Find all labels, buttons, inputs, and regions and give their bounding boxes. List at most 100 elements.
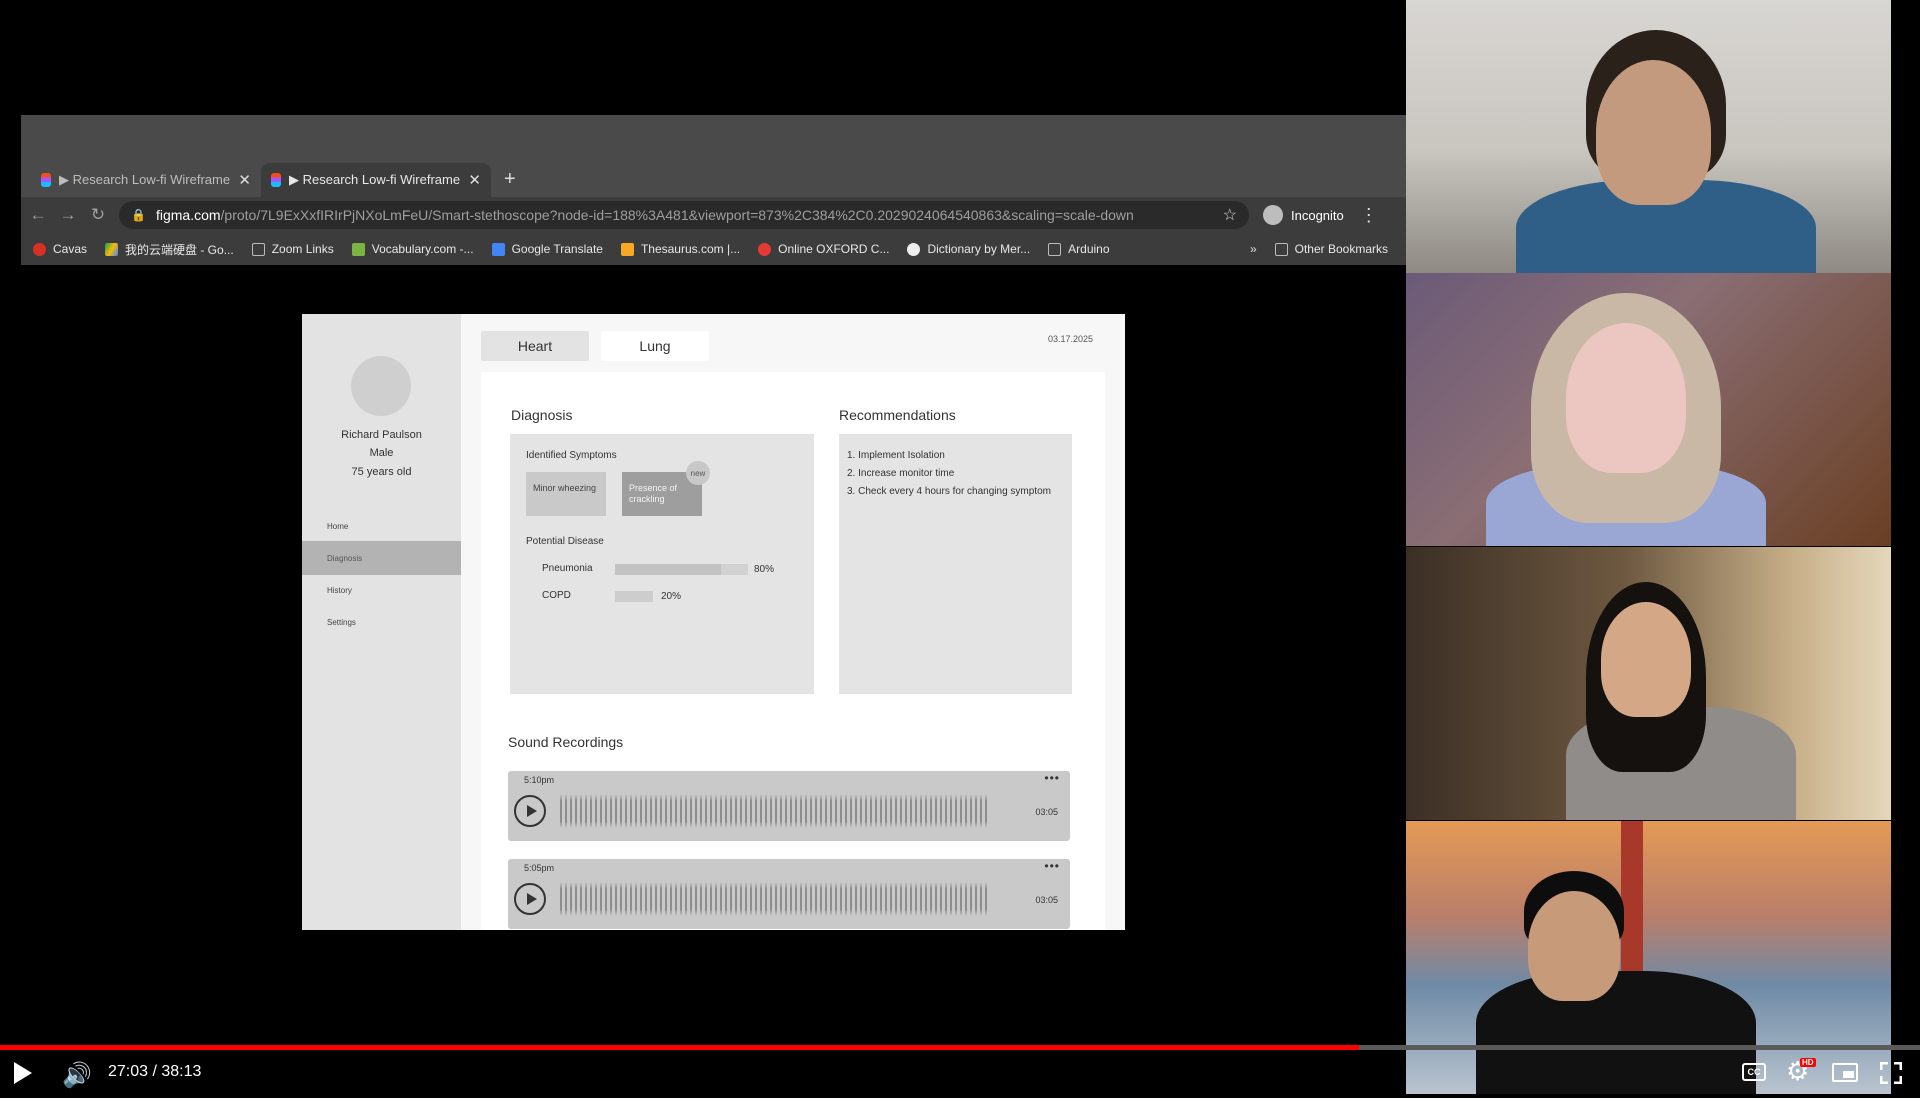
- recording-time: 5:05pm: [524, 863, 555, 873]
- address-bar[interactable]: 🔒 figma.com /proto/7L9ExXxfIRIrPjNXoLmFe…: [119, 201, 1249, 229]
- folder-icon: [1274, 242, 1288, 256]
- more-icon[interactable]: •••: [1044, 771, 1060, 785]
- waveform: [560, 794, 990, 828]
- recording-duration: 03:05: [1035, 895, 1058, 905]
- url-path: /proto/7L9ExXxfIRIrPjNXoLmFeU/Smart-stet…: [220, 207, 1134, 223]
- diagnosis-panel: Identified Symptoms Minor wheezing Prese…: [510, 434, 814, 694]
- bookmark-thesaurus[interactable]: Thesaurus.com |...: [620, 242, 740, 256]
- disease-percent: 80%: [754, 564, 775, 575]
- bar-fill: [615, 564, 722, 575]
- nav-item-diagnosis[interactable]: Diagnosis: [302, 541, 461, 575]
- hd-badge: HD: [1800, 1058, 1816, 1067]
- incognito-label: Incognito: [1291, 207, 1344, 223]
- potential-disease-label: Potential Disease: [526, 536, 604, 547]
- recording-item[interactable]: 5:10pm ••• 03:05: [508, 771, 1070, 841]
- oxford-icon: [758, 242, 772, 256]
- bookmark-dictionary[interactable]: Dictionary by Mer...: [907, 242, 1030, 256]
- participant-face: [1601, 602, 1691, 717]
- bookmark-arduino[interactable]: Arduino: [1048, 242, 1110, 256]
- disease-probability-bar: [615, 591, 805, 602]
- close-icon[interactable]: ✕: [238, 171, 251, 189]
- wireframe-prototype: Richard Paulson Male 75 years old Home D…: [302, 314, 1125, 930]
- star-icon[interactable]: ☆: [1223, 205, 1237, 225]
- other-bookmarks[interactable]: Other Bookmarks: [1274, 242, 1388, 256]
- patient-sex: Male: [369, 447, 394, 459]
- folder-icon: [1048, 242, 1062, 256]
- url-host: figma.com: [155, 207, 221, 223]
- fullscreen-icon[interactable]: [1879, 1061, 1903, 1085]
- dictionary-icon: [907, 242, 921, 256]
- tab-lung[interactable]: Lung: [601, 331, 709, 361]
- lock-icon: 🔒: [131, 208, 146, 222]
- recording-item[interactable]: 5:05pm ••• 03:05: [508, 859, 1070, 929]
- participant-face: [1528, 891, 1620, 1001]
- bookmark-google-translate[interactable]: Google Translate: [491, 242, 603, 256]
- recommendation-item: 1. Implement Isolation: [847, 450, 945, 461]
- tab-strip: ▶ Research Low-fi Wireframes ✕ ▶ Researc…: [21, 115, 1406, 197]
- new-tab-button[interactable]: +: [504, 168, 516, 191]
- folder-icon: [251, 242, 265, 256]
- date-label: 03.17.2025: [1047, 334, 1093, 344]
- patient-age: 75 years old: [351, 466, 412, 478]
- play-icon[interactable]: [514, 795, 546, 827]
- incognito-icon: [1263, 205, 1283, 225]
- player-controls: 🔊 27:03 / 38:13 CC ⚙ HD: [0, 1050, 1920, 1098]
- close-icon[interactable]: ✕: [468, 171, 481, 189]
- participant-face: [1596, 60, 1711, 205]
- participant-video-1: [1406, 0, 1891, 273]
- bar-fill: [615, 591, 653, 602]
- more-icon[interactable]: •••: [1044, 859, 1060, 873]
- avatar: [351, 356, 411, 416]
- recommendation-item: 3. Check every 4 hours for changing symp…: [847, 486, 1051, 497]
- bookmark-google-drive[interactable]: 我的云端硬盘 - Go...: [105, 241, 234, 258]
- incognito-badge[interactable]: Incognito: [1263, 205, 1344, 225]
- recommendations-panel: 1. Implement Isolation 2. Increase monit…: [839, 434, 1072, 694]
- disease-name: Pneumonia: [542, 563, 593, 574]
- bookmark-zoom-links[interactable]: Zoom Links: [251, 242, 334, 256]
- captions-button[interactable]: CC: [1742, 1063, 1766, 1081]
- recording-duration: 03:05: [1035, 807, 1058, 817]
- tab-heart[interactable]: Heart: [481, 331, 589, 361]
- content-card: Diagnosis Identified Symptoms Minor whee…: [481, 372, 1105, 930]
- google-drive-icon: [105, 242, 119, 256]
- participant-video-3: [1406, 547, 1891, 820]
- recording-time: 5:10pm: [524, 775, 555, 785]
- forward-icon[interactable]: →: [55, 205, 81, 225]
- reload-icon[interactable]: ↻: [85, 205, 111, 225]
- symptoms-label: Identified Symptoms: [526, 450, 617, 461]
- browser-tab-2[interactable]: ▶ Research Low-fi Wireframes ✕: [261, 163, 491, 197]
- participant-face: [1566, 323, 1686, 473]
- nav-item-settings[interactable]: Settings: [302, 605, 461, 639]
- bookmark-oxford[interactable]: Online OXFORD C...: [758, 242, 889, 256]
- new-badge: new: [686, 461, 710, 485]
- play-icon[interactable]: [514, 883, 546, 915]
- menu-icon[interactable]: ⋮: [1360, 205, 1378, 226]
- tab-label: ▶ Research Low-fi Wireframes: [59, 172, 231, 187]
- bookmark-cavas[interactable]: Cavas: [33, 242, 87, 256]
- patient-sidebar: Richard Paulson Male 75 years old Home D…: [302, 314, 461, 930]
- recommendation-item: 2. Increase monitor time: [847, 468, 955, 479]
- miniplayer-icon[interactable]: [1832, 1063, 1858, 1082]
- disease-percent: 20%: [661, 591, 682, 602]
- volume-icon[interactable]: 🔊: [62, 1061, 92, 1090]
- vocabulary-icon: [351, 242, 365, 256]
- video-player[interactable]: ▶ Research Low-fi Wireframes ✕ ▶ Researc…: [0, 0, 1920, 1098]
- participant-video-2: [1406, 273, 1891, 546]
- thesaurus-icon: [620, 242, 634, 256]
- play-icon[interactable]: [14, 1062, 32, 1084]
- disease-probability-bar: [615, 564, 748, 575]
- cavas-icon: [33, 242, 46, 256]
- symptom-tag: Minor wheezing: [526, 472, 606, 516]
- disease-name: COPD: [542, 590, 571, 601]
- waveform: [560, 882, 990, 916]
- bookmark-vocabulary[interactable]: Vocabulary.com -...: [351, 242, 474, 256]
- browser-window: ▶ Research Low-fi Wireframes ✕ ▶ Researc…: [21, 115, 1406, 265]
- back-icon[interactable]: ←: [25, 205, 51, 225]
- browser-tab-1[interactable]: ▶ Research Low-fi Wireframes ✕: [31, 163, 261, 197]
- tab-label: ▶ Research Low-fi Wireframes: [289, 172, 461, 187]
- nav-item-history[interactable]: History: [302, 573, 461, 607]
- more-bookmarks-button[interactable]: »: [1250, 242, 1257, 256]
- sound-recordings-title: Sound Recordings: [508, 734, 624, 750]
- patient-name: Richard Paulson: [341, 429, 422, 441]
- nav-item-home[interactable]: Home: [302, 509, 461, 543]
